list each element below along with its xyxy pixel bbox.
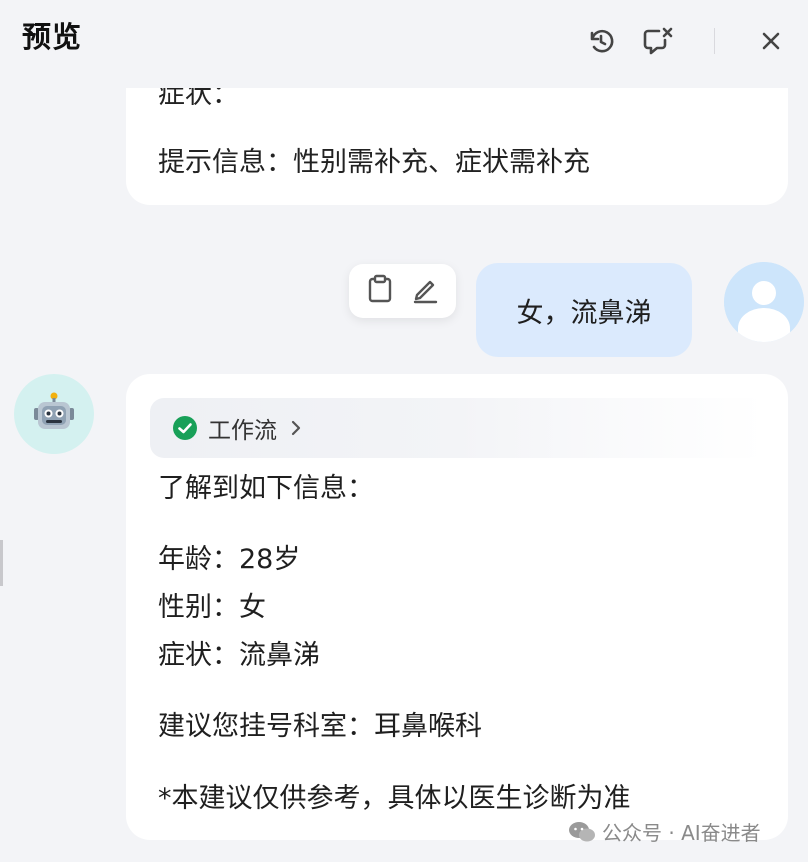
robot-icon xyxy=(34,392,74,429)
refresh-icon[interactable] xyxy=(584,24,618,58)
copy-icon[interactable] xyxy=(366,274,394,308)
preview-header: 预览 xyxy=(0,0,808,88)
resize-handle[interactable] xyxy=(0,540,3,586)
reply-intro: 了解到如下信息： xyxy=(158,473,374,504)
chevron-right-icon xyxy=(291,420,301,436)
edit-icon[interactable] xyxy=(411,274,439,308)
watermark-text: 公众号 · AI奋进者 xyxy=(602,821,761,845)
user-message-text: 女，流鼻涕 xyxy=(516,297,652,329)
bot-message-reply: 工作流 了解到如下信息： 年龄：28岁 性别：女 症状：流鼻涕 建议您挂号科室：… xyxy=(126,374,788,840)
watermark: 公众号 · AI奋进者 xyxy=(568,817,761,846)
workflow-toggle[interactable]: 工作流 xyxy=(150,398,764,458)
wechat-icon xyxy=(569,821,595,841)
clear-chat-icon[interactable] xyxy=(641,24,675,58)
hint-line: 提示信息：性别需补充、症状需补充 xyxy=(158,147,590,178)
workflow-label: 工作流 xyxy=(208,418,277,444)
check-circle-icon xyxy=(173,416,197,440)
close-icon[interactable] xyxy=(754,24,788,58)
user-avatar xyxy=(724,262,804,342)
page-title: 预览 xyxy=(22,20,83,54)
reply-gender: 性别：女 xyxy=(158,592,266,623)
bot-avatar xyxy=(14,374,94,454)
reply-advice: 建议您挂号科室：耳鼻喉科 xyxy=(158,711,482,742)
user-message: 女，流鼻涕 xyxy=(476,263,692,357)
reply-age: 年龄：28岁 xyxy=(158,544,301,575)
user-silhouette-icon xyxy=(724,262,804,342)
header-divider xyxy=(714,28,715,54)
reply-disclaimer: *本建议仅供参考，具体以医生诊断为准 xyxy=(158,783,631,814)
message-actions xyxy=(349,264,456,318)
reply-symptom: 症状：流鼻涕 xyxy=(158,640,320,671)
